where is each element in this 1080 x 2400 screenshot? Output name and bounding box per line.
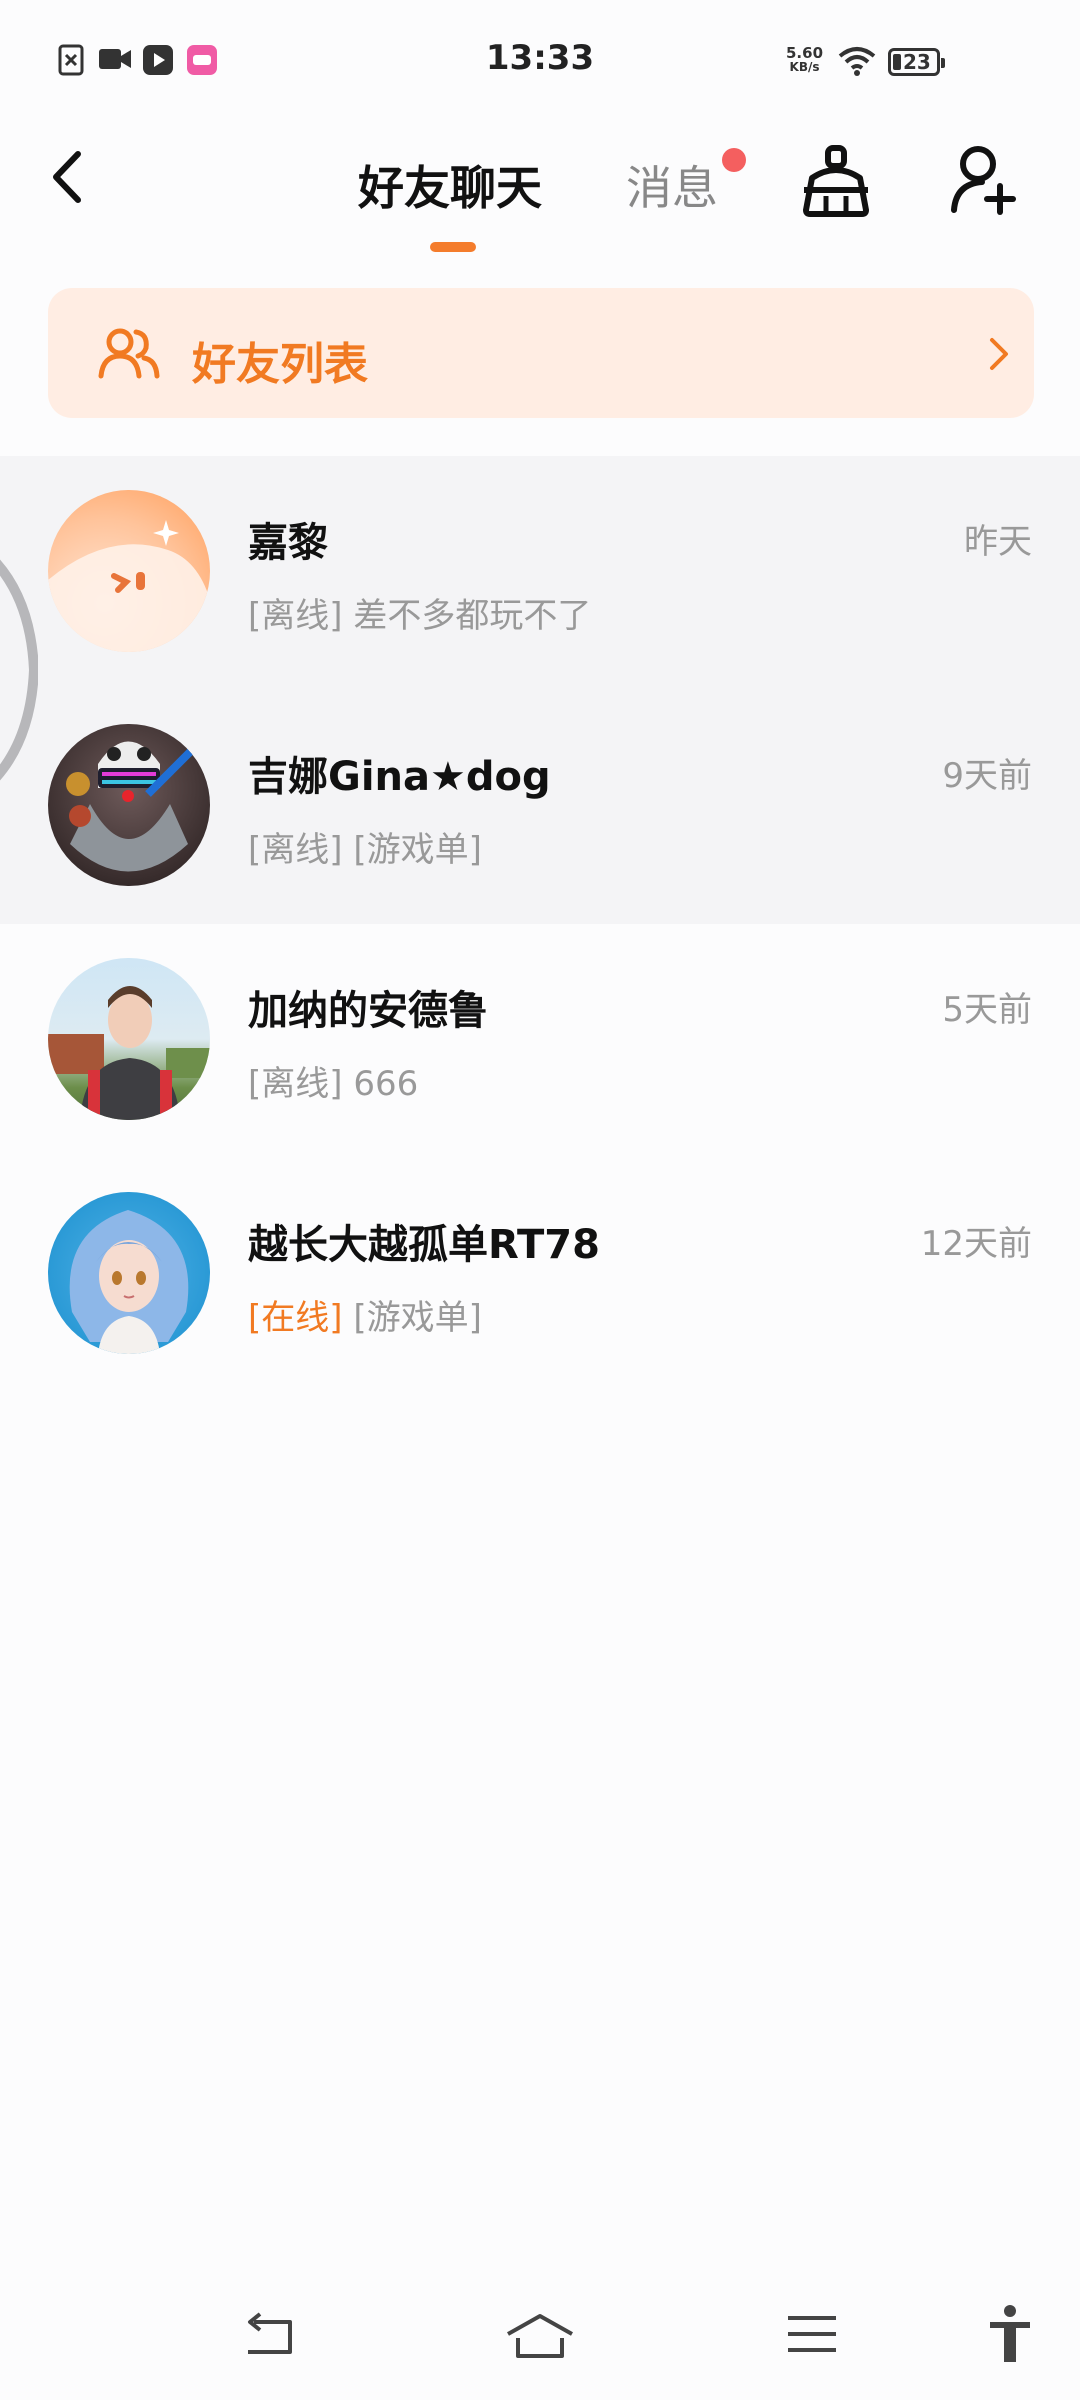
contact-name: 吉娜Gina★dog: [248, 754, 551, 800]
friend-list-label: 好友列表: [192, 339, 368, 390]
avatar: [48, 1192, 210, 1354]
avatar-person-icon: [48, 986, 210, 1120]
back-button[interactable]: [44, 146, 94, 208]
avatar: [48, 724, 210, 886]
message-preview: [在线] [游戏单]: [248, 1290, 482, 1339]
tab-messages[interactable]: 消息: [626, 152, 718, 218]
chevron-right-icon: [990, 338, 1008, 370]
system-nav-bar: [0, 2290, 1080, 2400]
last-message: 666: [353, 1064, 419, 1104]
message-preview: [离线] 差不多都玩不了: [248, 588, 591, 637]
last-message-time: 12天前: [920, 1224, 1032, 1264]
clean-broom-icon[interactable]: [800, 144, 872, 220]
avatar: [48, 490, 210, 652]
contact-name: 加纳的安德鲁: [248, 988, 488, 1034]
network-speed: 5.60 KB/s: [786, 44, 824, 74]
users-icon: [98, 328, 160, 379]
avatar-mascot-icon: [48, 520, 210, 652]
last-message: 差不多都玩不了: [353, 596, 592, 636]
chat-list-item[interactable]: 吉娜Gina★dog 9天前 [离线] [游戏单]: [0, 690, 1080, 924]
avatar-anime-icon: [69, 1210, 189, 1354]
last-message-time: 9天前: [942, 756, 1032, 796]
nav-home-icon[interactable]: [504, 2312, 576, 2362]
avatar-gamer-icon: [66, 741, 201, 872]
presence-status: [离线]: [248, 830, 343, 870]
accessibility-icon[interactable]: [986, 2304, 1034, 2364]
floating-side-handle[interactable]: [0, 540, 38, 800]
tab-friend-chat[interactable]: 好友聊天: [358, 152, 542, 218]
last-message-time: 昨天: [964, 522, 1032, 562]
battery-indicator: 23: [888, 48, 945, 76]
add-friend-icon[interactable]: [950, 144, 1018, 218]
wifi-icon: [838, 47, 876, 76]
chat-list-item[interactable]: 嘉黎 昨天 [离线] 差不多都玩不了: [0, 456, 1080, 690]
presence-status: [在线]: [248, 1298, 343, 1338]
last-message: [游戏单]: [353, 1298, 482, 1338]
last-message: [游戏单]: [353, 830, 482, 870]
chat-list-item[interactable]: 越长大越孤单RT78 12天前 [在线] [游戏单]: [0, 1158, 1080, 1392]
contact-name: 嘉黎: [248, 520, 328, 566]
message-preview: [离线] [游戏单]: [248, 822, 482, 871]
last-message-time: 5天前: [942, 990, 1032, 1030]
nav-menu-icon[interactable]: [786, 2312, 838, 2358]
tab-active-indicator: [430, 242, 476, 252]
message-preview: [离线] 666: [248, 1056, 418, 1105]
status-bar: 13:33 5.60 KB/s 23: [0, 0, 1080, 120]
messages-badge: [722, 148, 746, 172]
nav-back-icon[interactable]: [240, 2312, 296, 2358]
contact-name: 越长大越孤单RT78: [248, 1222, 600, 1268]
friend-list-banner[interactable]: 好友列表: [48, 288, 1034, 418]
presence-status: [离线]: [248, 596, 343, 636]
chat-list-item[interactable]: 加纳的安德鲁 5天前 [离线] 666: [0, 924, 1080, 1158]
presence-status: [离线]: [248, 1064, 343, 1104]
avatar: [48, 958, 210, 1120]
